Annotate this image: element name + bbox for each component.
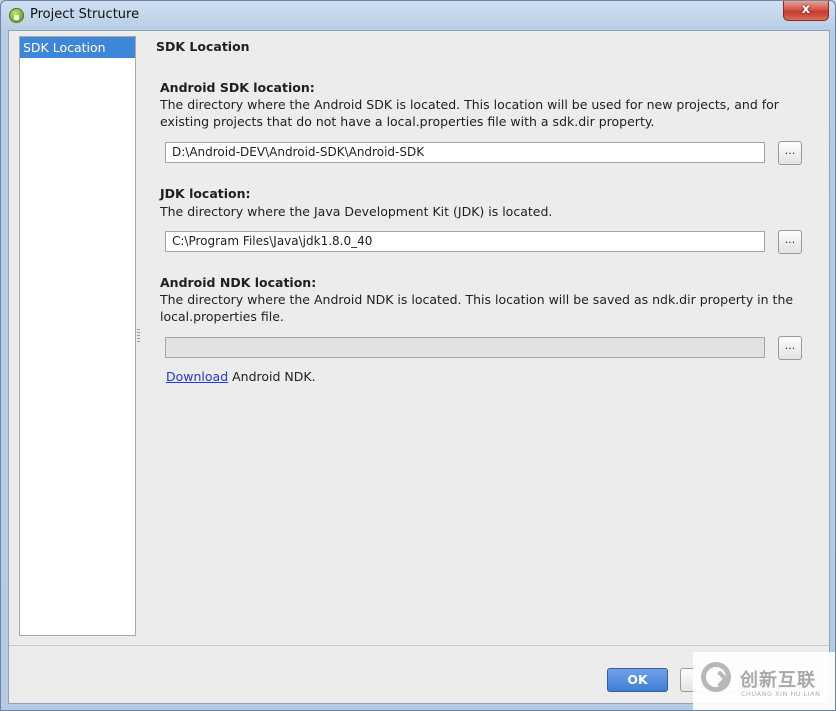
android-ndk-description: The directory where the Android NDK is l…	[160, 292, 794, 324]
close-icon: x	[801, 2, 811, 17]
ok-button[interactable]: OK	[607, 668, 668, 692]
project-structure-window: Project Structure x SDK Location SDK Loc…	[0, 0, 836, 711]
sidebar-item-sdk-location[interactable]: SDK Location	[20, 37, 135, 58]
close-button[interactable]: x	[783, 1, 829, 21]
sidebar: SDK Location	[19, 36, 136, 636]
ndk-download-row: Download Android NDK.	[166, 369, 316, 384]
android-sdk-description: The directory where the Android SDK is l…	[160, 97, 779, 129]
title-bar[interactable]: Project Structure x	[1, 1, 835, 30]
android-sdk-heading: Android SDK location:	[160, 80, 315, 95]
footer-divider	[9, 645, 829, 646]
download-ndk-suffix: Android NDK.	[228, 369, 316, 384]
android-ndk-browse-button[interactable]: ...	[778, 336, 802, 360]
sidebar-item-label: SDK Location	[23, 40, 106, 55]
download-ndk-link[interactable]: Download	[166, 369, 228, 384]
splitter-handle[interactable]	[137, 329, 140, 343]
watermark: 创新互联 CHUANG XIN HU LIAN	[693, 652, 835, 710]
page-title: SDK Location	[156, 39, 250, 54]
watermark-logo-icon	[701, 662, 731, 692]
jdk-description: The directory where the Java Development…	[160, 204, 553, 219]
window-title: Project Structure	[30, 7, 140, 22]
jdk-path-field[interactable]: C:\Program Files\Java\jdk1.8.0_40	[165, 231, 765, 252]
watermark-subtext: CHUANG XIN HU LIAN	[741, 690, 821, 698]
jdk-heading: JDK location:	[160, 186, 251, 201]
android-sdk-path-field[interactable]: D:\Android-DEV\Android-SDK\Android-SDK	[165, 142, 765, 163]
dialog-body: SDK Location SDK Location Android SDK lo…	[8, 30, 830, 704]
jdk-browse-button[interactable]: ...	[778, 230, 802, 254]
watermark-text: 创新互联	[740, 670, 816, 691]
android-ndk-heading: Android NDK location:	[160, 275, 317, 290]
android-studio-icon	[9, 8, 24, 23]
android-sdk-browse-button[interactable]: ...	[778, 141, 802, 165]
android-ndk-path-field[interactable]	[165, 337, 765, 358]
